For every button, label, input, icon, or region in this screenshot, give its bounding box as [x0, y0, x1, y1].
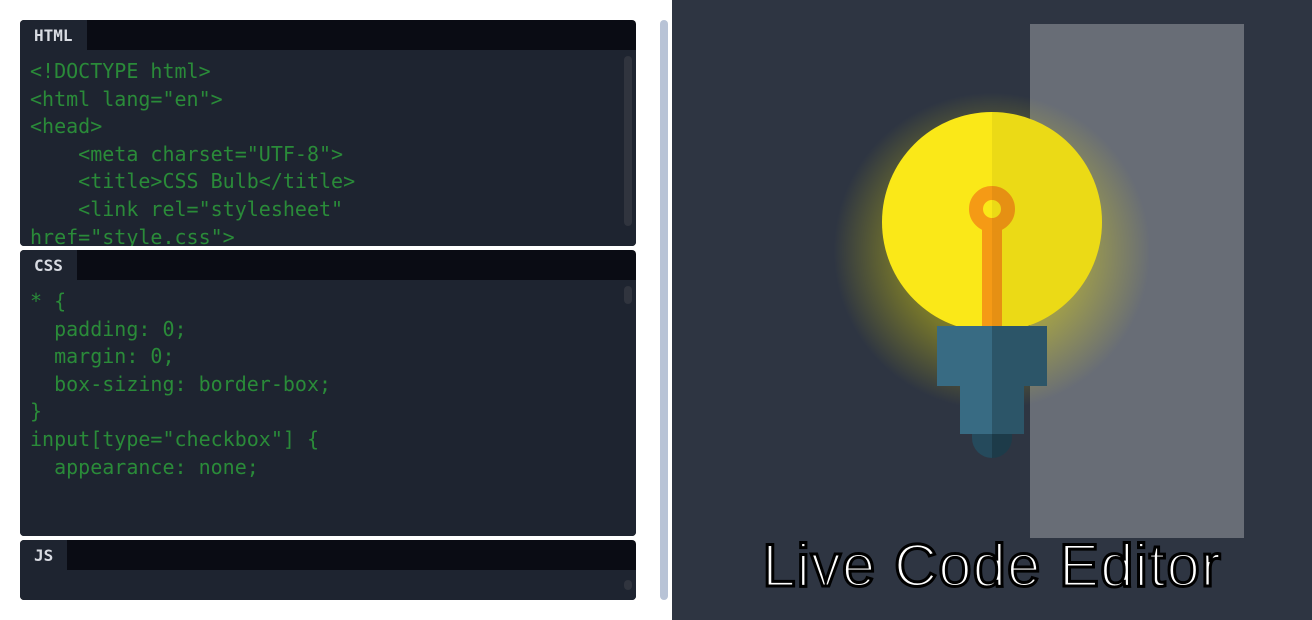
bulb-preview[interactable] — [882, 112, 1102, 458]
scrollbar[interactable] — [624, 286, 632, 304]
scrollbar[interactable] — [624, 56, 632, 226]
editor-column: HTML <!DOCTYPE html> <html lang="en"> <h… — [0, 0, 656, 620]
css-tab[interactable]: CSS — [20, 250, 77, 281]
js-tab[interactable]: JS — [20, 540, 67, 571]
css-panel: CSS * { padding: 0; margin: 0; box-sizin… — [20, 250, 636, 536]
bulb-filament-stem — [982, 222, 1002, 332]
bulb-filament-ring — [969, 186, 1015, 232]
bulb-tip — [972, 434, 1012, 458]
js-panel: JS — [20, 540, 636, 600]
bulb-neck — [937, 326, 1047, 386]
bulb-screw — [960, 386, 1024, 434]
js-code-editor[interactable] — [20, 570, 636, 600]
pane-divider[interactable] — [656, 0, 672, 620]
preview-column: Live Code Editor — [672, 0, 1312, 620]
html-panel: HTML <!DOCTYPE html> <html lang="en"> <h… — [20, 20, 636, 246]
html-code-editor[interactable]: <!DOCTYPE html> <html lang="en"> <head> … — [20, 50, 636, 246]
bulb-glass — [882, 112, 1102, 332]
html-tab[interactable]: HTML — [20, 20, 87, 51]
scrollbar[interactable] — [624, 580, 632, 590]
preview-title: Live Code Editor — [672, 531, 1312, 600]
css-code-editor[interactable]: * { padding: 0; margin: 0; box-sizing: b… — [20, 280, 636, 536]
